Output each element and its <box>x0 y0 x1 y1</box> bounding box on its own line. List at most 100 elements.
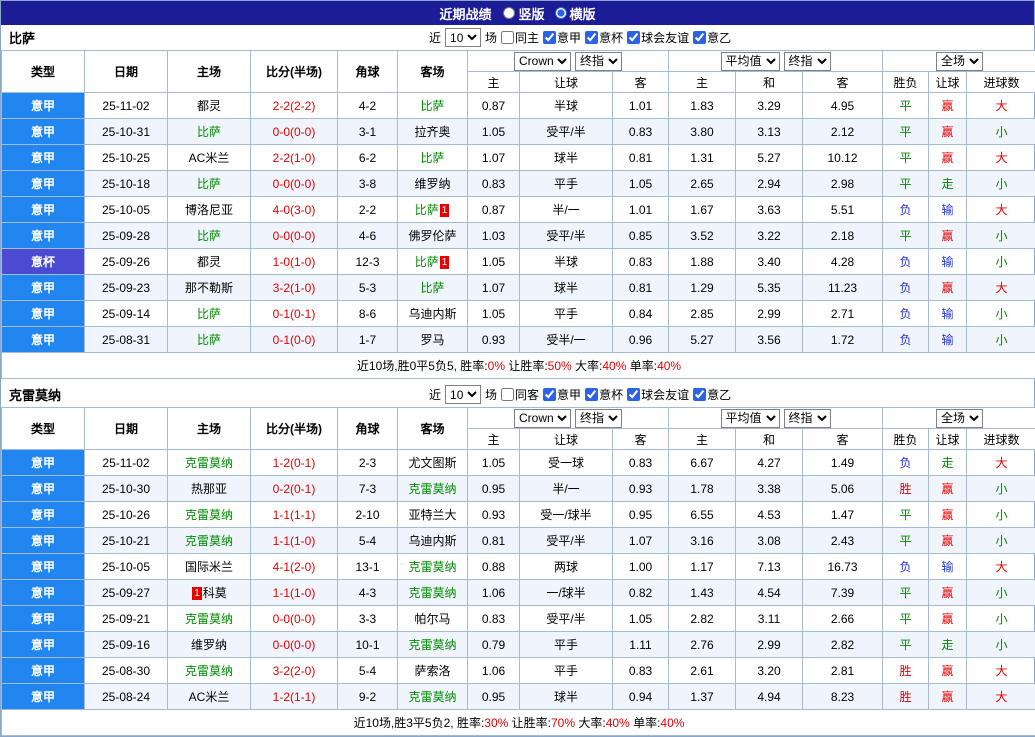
summary-row: 近10场,胜0平5负5, 胜率:0% 让胜率:50% 大率:40% 单率:40% <box>2 353 1035 379</box>
sub-header-handicap-result: 让球 <box>929 72 967 93</box>
full-match-select[interactable]: 全场 <box>936 409 983 428</box>
home-team-cell: 那不勒斯 <box>168 275 251 301</box>
odds-cell-avg-draw: 4.27 <box>736 450 803 476</box>
odds-cell-handicap-line: 平手 <box>520 301 613 327</box>
goals-result-cell: 大 <box>967 554 1035 580</box>
layout-radio[interactable] <box>555 7 567 19</box>
league-filter-2[interactable]: 球会友谊 <box>627 29 689 46</box>
league-filter-label: 意杯 <box>599 29 623 46</box>
final-odds-select[interactable]: 终指 <box>575 409 622 428</box>
odds-source-select[interactable]: Crown <box>514 52 571 71</box>
odds-cell-handicap-line: 受一球 <box>520 450 613 476</box>
league-cell: 意甲 <box>2 197 85 223</box>
same-venue-filter[interactable]: 同主 <box>501 29 539 46</box>
odds-cell-away-odds: 1.00 <box>613 554 669 580</box>
odds-cell-avg-home: 3.16 <box>669 528 736 554</box>
league-filter-3[interactable]: 意乙 <box>693 29 731 46</box>
home-team-cell: 国际米兰 <box>168 554 251 580</box>
same-venue-label: 同主 <box>515 29 539 46</box>
league-filter-0[interactable]: 意甲 <box>543 386 581 403</box>
games-label: 场 <box>485 386 497 403</box>
match-count-select[interactable]: 10 <box>445 385 481 404</box>
full-match-select[interactable]: 全场 <box>936 52 983 71</box>
team-text: 比萨 <box>420 99 444 113</box>
summary-segment: 70% <box>551 716 575 730</box>
page: 近期战绩 竖版横版 比萨 近 10 场 同主 意甲意杯球会友谊意乙 类型日期 <box>0 0 1035 737</box>
layout-option-0[interactable]: 竖版 <box>503 4 544 23</box>
same-venue-filter[interactable]: 同客 <box>501 386 539 403</box>
corners-cell: 8-6 <box>338 301 398 327</box>
same-venue-checkbox[interactable] <box>501 388 514 401</box>
odds-cell-avg-draw: 4.54 <box>736 580 803 606</box>
odds-source-select[interactable]: Crown <box>514 409 571 428</box>
league-filter-2[interactable]: 球会友谊 <box>627 386 689 403</box>
date-cell: 25-11-02 <box>85 450 168 476</box>
league-filter-0[interactable]: 意甲 <box>543 29 581 46</box>
date-cell: 25-09-27 <box>85 580 168 606</box>
league-checkbox-0[interactable] <box>543 31 556 44</box>
odds-cell-home-odds: 1.07 <box>468 275 520 301</box>
team-text: 比萨 <box>420 151 444 165</box>
result-cell: 负 <box>883 554 929 580</box>
score-cell: 0-0(0-0) <box>251 171 338 197</box>
league-filter-1[interactable]: 意杯 <box>585 29 623 46</box>
team-text: 亚特兰大 <box>408 508 456 522</box>
away-team-cell: 乌迪内斯 <box>398 301 468 327</box>
odds-cell-home-odds: 1.05 <box>468 301 520 327</box>
corners-cell: 5-3 <box>338 275 398 301</box>
league-checkbox-3[interactable] <box>693 31 706 44</box>
away-team-cell: 亚特兰大 <box>398 502 468 528</box>
league-checkbox-1[interactable] <box>585 388 598 401</box>
match-row: 意甲25-10-30热那亚0-2(0-1)7-3克雷莫纳0.95半/一0.931… <box>2 476 1035 502</box>
match-row: 意甲25-08-31比萨0-1(0-0)1-7罗马0.93受半/一0.965.2… <box>2 327 1035 353</box>
odds-cell-avg-home: 1.43 <box>669 580 736 606</box>
final-odds-select[interactable]: 终指 <box>575 52 622 71</box>
average-odds-select[interactable]: 平均值 <box>721 409 780 428</box>
team-text: 帕尔马 <box>414 612 450 626</box>
layout-option-1[interactable]: 横版 <box>555 4 596 23</box>
league-checkbox-1[interactable] <box>585 31 598 44</box>
away-team-cell: 克雷莫纳 <box>398 632 468 658</box>
col-header-score: 比分(半场) <box>251 51 338 93</box>
date-cell: 25-10-26 <box>85 502 168 528</box>
date-cell: 25-10-30 <box>85 476 168 502</box>
odds-cell-home-odds: 0.88 <box>468 554 520 580</box>
league-checkbox-0[interactable] <box>543 388 556 401</box>
odds-cell-home-odds: 0.87 <box>468 197 520 223</box>
odds-cell-avg-away: 5.51 <box>803 197 883 223</box>
league-checkbox-3[interactable] <box>693 388 706 401</box>
average-odds-select[interactable]: 平均值 <box>721 52 780 71</box>
league-filter-label: 球会友谊 <box>641 386 689 403</box>
league-filter-3[interactable]: 意乙 <box>693 386 731 403</box>
goals-result-cell: 小 <box>967 632 1035 658</box>
league-checkbox-2[interactable] <box>627 31 640 44</box>
odds-cell-avg-away: 10.12 <box>803 145 883 171</box>
league-cell: 意甲 <box>2 658 85 684</box>
odds-cell-handicap-line: 两球 <box>520 554 613 580</box>
summary-row: 近10场,胜3平5负2, 胜率:30% 让胜率:70% 大率:40% 单率:40… <box>2 710 1035 736</box>
away-team-cell: 克雷莫纳 <box>398 684 468 710</box>
match-row: 意杯25-09-26都灵1-0(1-0)12-3比萨11.05半球0.831.8… <box>2 249 1035 275</box>
odds-cell-avg-away: 2.82 <box>803 632 883 658</box>
team-text: 克雷莫纳 <box>185 508 233 522</box>
final-odds-select[interactable]: 终指 <box>784 52 831 71</box>
home-team-cell: AC米兰 <box>168 145 251 171</box>
odds-cell-away-odds: 0.93 <box>613 476 669 502</box>
odds-cell-handicap-line: 受平/半 <box>520 223 613 249</box>
home-team-cell: 克雷莫纳 <box>168 528 251 554</box>
score-cell: 0-0(0-0) <box>251 223 338 249</box>
match-count-select[interactable]: 10 <box>445 28 481 47</box>
odds-cell-handicap-line: 半/一 <box>520 476 613 502</box>
league-filters: 意甲意杯 球会友谊意乙 <box>543 386 731 403</box>
result-cell: 负 <box>883 301 929 327</box>
league-checkbox-2[interactable] <box>627 388 640 401</box>
summary-segment: 让胜率: <box>505 359 548 373</box>
layout-radio[interactable] <box>503 7 515 19</box>
odds-cell-avg-draw: 3.63 <box>736 197 803 223</box>
same-venue-checkbox[interactable] <box>501 31 514 44</box>
league-filter-1[interactable]: 意杯 <box>585 386 623 403</box>
score-cell: 1-0(1-0) <box>251 249 338 275</box>
final-odds-select[interactable]: 终指 <box>784 409 831 428</box>
away-team-cell: 佛罗伦萨 <box>398 223 468 249</box>
odds-cell-avg-home: 1.78 <box>669 476 736 502</box>
